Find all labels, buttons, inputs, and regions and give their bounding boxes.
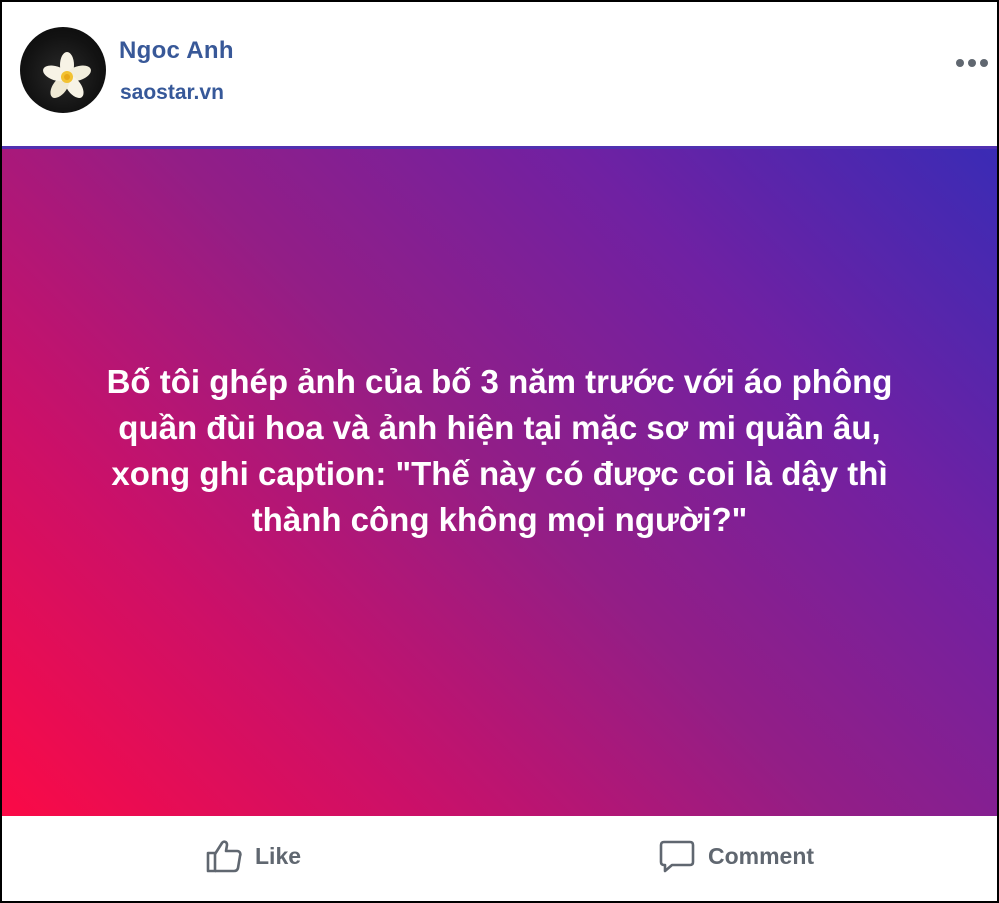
post-text: Bố tôi ghép ảnh của bố 3 năm trước với á…	[2, 359, 997, 543]
thumbs-up-icon	[206, 840, 242, 873]
post-text-line: Bố tôi ghép ảnh của bố 3 năm trước với á…	[106, 363, 893, 400]
plumeria-flower-icon	[43, 52, 91, 99]
dot	[968, 59, 976, 67]
post-text-line: xong ghi caption: "Thế này có được coi l…	[111, 455, 888, 492]
post-background: Bố tôi ghép ảnh của bố 3 năm trước với á…	[2, 146, 997, 819]
like-label: Like	[255, 842, 302, 869]
post-text-line: quần đùi hoa và ảnh hiện tại mặc sơ mi q…	[118, 409, 881, 446]
post-header: Ngoc Anh saostar.vn	[2, 2, 997, 146]
more-options-icon[interactable]	[952, 52, 992, 74]
avatar[interactable]	[20, 27, 106, 113]
like-button[interactable]: Like	[205, 838, 301, 874]
post-actions: Like Comment	[2, 816, 997, 901]
post-text-line: thành công không mọi người?"	[251, 501, 748, 538]
dot	[956, 59, 964, 67]
comment-bubble-icon	[659, 840, 695, 873]
dot	[980, 59, 988, 67]
author-subtitle[interactable]: saostar.vn	[120, 81, 224, 105]
comment-button[interactable]: Comment	[658, 838, 814, 874]
comment-label: Comment	[708, 842, 815, 869]
author-name[interactable]: Ngoc Anh	[119, 37, 234, 65]
post-card: Ngoc Anh saostar.vn Bố tôi ghép ảnh của …	[0, 0, 999, 903]
